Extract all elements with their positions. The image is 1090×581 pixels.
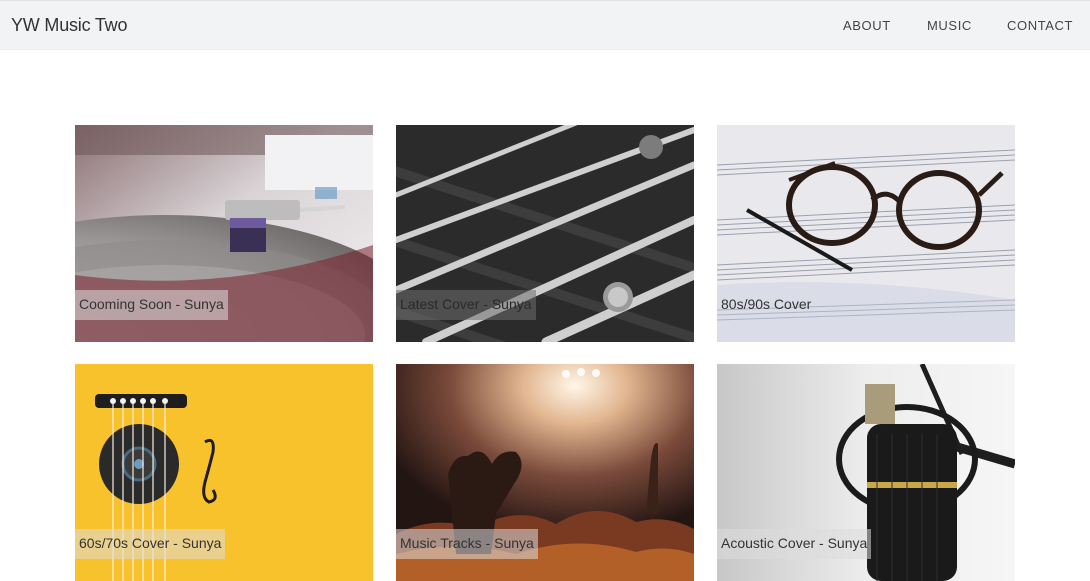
card-caption: Acoustic Cover - Sunya bbox=[717, 529, 872, 559]
gallery-card-coming-soon[interactable]: Cooming Soon - Sunya bbox=[75, 125, 373, 342]
card-caption: 60s/70s Cover - Sunya bbox=[75, 529, 226, 559]
nav-music-link[interactable]: MUSIC bbox=[927, 18, 972, 33]
nav-contact-link[interactable]: CONTACT bbox=[1007, 18, 1073, 33]
gallery-card-80s-90s[interactable]: 80s/90s Cover bbox=[717, 125, 1015, 342]
card-caption: Cooming Soon - Sunya bbox=[75, 290, 228, 320]
card-caption: Latest Cover - Sunya bbox=[396, 290, 536, 320]
brand-link[interactable]: YW Music Two bbox=[11, 15, 127, 36]
top-navbar: YW Music Two ABOUT MUSIC CONTACT bbox=[0, 0, 1090, 50]
nav-about-link[interactable]: ABOUT bbox=[843, 18, 891, 33]
card-caption: Music Tracks - Sunya bbox=[396, 529, 538, 559]
gallery-card-acoustic-cover[interactable]: Acoustic Cover - Sunya bbox=[717, 364, 1015, 581]
gallery-card-60s-70s[interactable]: 60s/70s Cover - Sunya bbox=[75, 364, 373, 581]
gallery-card-music-tracks[interactable]: Music Tracks - Sunya bbox=[396, 364, 694, 581]
gallery-card-latest-cover[interactable]: Latest Cover - Sunya bbox=[396, 125, 694, 342]
card-caption: 80s/90s Cover bbox=[721, 296, 812, 312]
